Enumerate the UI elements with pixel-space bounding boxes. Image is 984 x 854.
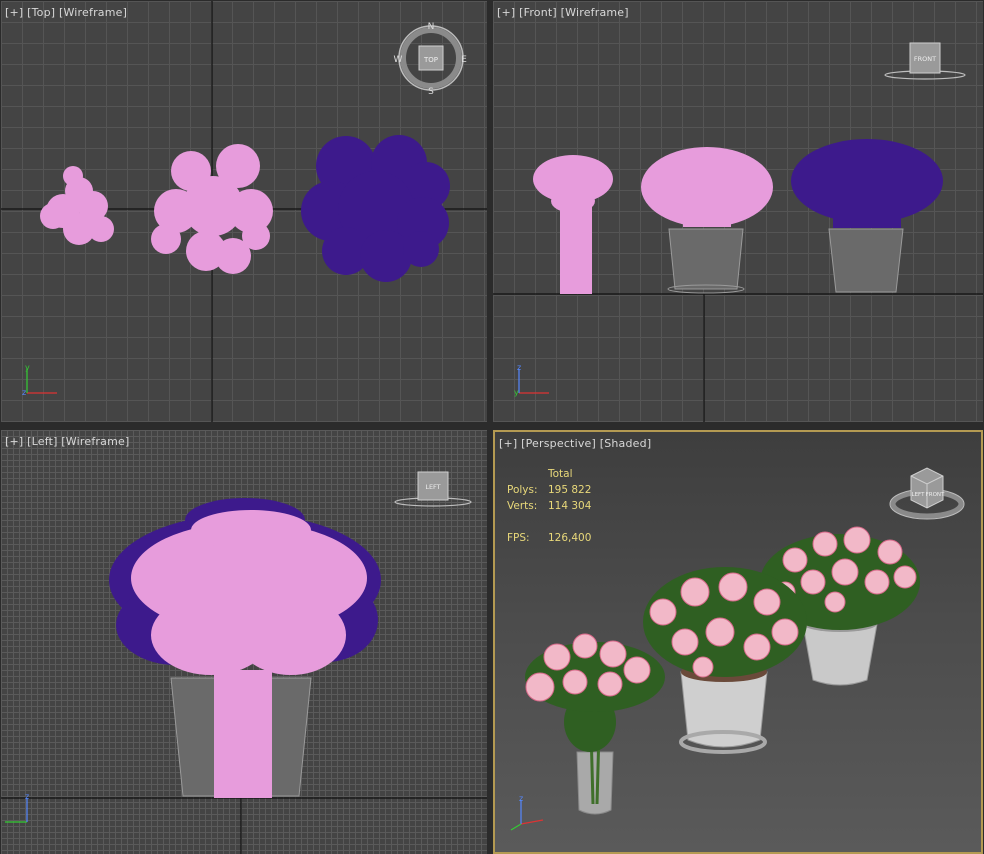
stats-polys-label: Polys:	[507, 484, 538, 496]
viewport-top[interactable]: [+] [Top] [Wireframe] TOP N S E W y z	[1, 1, 487, 422]
compass-e: E	[461, 55, 467, 65]
stats-verts-row: Verts: 114 304	[507, 498, 591, 514]
viewport-shading-label[interactable]: [Wireframe]	[561, 6, 629, 19]
viewport-shading-label[interactable]: [Shaded]	[600, 437, 652, 450]
viewport-menu-button[interactable]: [+]	[497, 6, 515, 19]
stats-polys-row: Polys: 195 822	[507, 482, 591, 498]
plant-small-wireframe	[40, 166, 114, 245]
viewport-front[interactable]: [+] [Front] [Wireframe] FRONT z y	[493, 1, 983, 422]
viewport-view-label[interactable]: [Top]	[27, 6, 55, 19]
viewport-label-top: [+] [Top] [Wireframe]	[5, 6, 127, 19]
viewport-menu-button[interactable]: [+]	[499, 437, 517, 450]
viewport-shading-label[interactable]: [Wireframe]	[61, 435, 129, 448]
axis-tripod: z	[510, 794, 544, 831]
viewcube-left-face: LEFT	[425, 483, 440, 491]
compass-s: S	[428, 87, 434, 97]
plant-medium-wireframe	[131, 510, 367, 798]
plant-medium-render	[643, 567, 807, 754]
viewcube-perspective[interactable]: LEFT FRONT	[889, 462, 965, 524]
compass-w: W	[394, 55, 403, 65]
plant-small-wireframe	[533, 155, 613, 294]
plant-large-wireframe	[791, 139, 943, 293]
plant-small-render	[525, 633, 665, 815]
axis-tripod: y z	[22, 363, 57, 397]
viewcube-top-face: TOP	[423, 56, 438, 64]
viewcube-left-face: LEFT	[912, 492, 926, 498]
plant-large-wireframe	[301, 135, 450, 282]
viewport-view-label[interactable]: [Front]	[519, 6, 557, 19]
stats-header: Total	[548, 468, 573, 480]
stats-polys-value: 195 822	[548, 484, 592, 496]
viewport-menu-button[interactable]: [+]	[5, 6, 23, 19]
stats-fps-value: 126,400	[548, 532, 592, 544]
axis-z-label: z	[519, 794, 523, 803]
viewcube-left[interactable]: LEFT	[393, 468, 477, 512]
viewcube-front-face: FRONT	[926, 492, 945, 498]
axis-tripod: z	[5, 792, 29, 823]
axis-z-label: z	[25, 792, 29, 801]
viewcube-front-face: FRONT	[914, 55, 936, 63]
viewport-label-front: [+] [Front] [Wireframe]	[497, 6, 629, 19]
stats-verts-value: 114 304	[548, 500, 592, 512]
viewcube-front[interactable]: FRONT	[883, 39, 967, 83]
axis-z-label: z	[517, 363, 521, 372]
axis-y-label: y	[514, 388, 519, 397]
viewport-perspective[interactable]: [+] [Perspective] [Shaded] Total Polys: …	[493, 430, 983, 854]
viewport-label-left: [+] [Left] [Wireframe]	[5, 435, 129, 448]
axis-tripod: z y	[514, 363, 549, 397]
compass-n: N	[428, 22, 435, 32]
viewport-view-label[interactable]: [Left]	[27, 435, 57, 448]
viewport-statistics: Total Polys: 195 822 Verts: 114 304 FPS:…	[507, 466, 591, 546]
viewport-view-label[interactable]: [Perspective]	[521, 437, 596, 450]
viewport-label-perspective: [+] [Perspective] [Shaded]	[499, 437, 651, 450]
plant-medium-wireframe	[641, 147, 773, 294]
viewcube-compass[interactable]: TOP N S E W	[391, 17, 471, 97]
viewport-menu-button[interactable]: [+]	[5, 435, 23, 448]
axis-z-label: z	[22, 388, 26, 397]
viewport-left[interactable]: [+] [Left] [Wireframe] LEFT z	[1, 430, 487, 854]
stats-fps-label: FPS:	[507, 532, 530, 544]
axis-y-label: y	[25, 363, 30, 372]
stats-fps-row: FPS: 126,400	[507, 530, 591, 546]
stats-verts-label: Verts:	[507, 500, 538, 512]
viewport-shading-label[interactable]: [Wireframe]	[59, 6, 127, 19]
